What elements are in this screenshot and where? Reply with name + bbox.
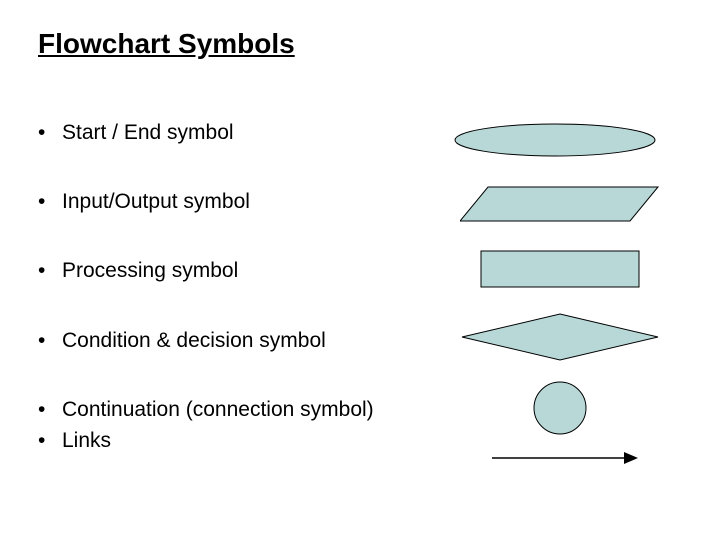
list-item: • Input/Output symbol bbox=[38, 189, 438, 214]
bullet-label: Links bbox=[62, 428, 111, 453]
bullet-label: Continuation (connection symbol) bbox=[62, 397, 374, 422]
shape-column bbox=[440, 0, 720, 540]
arrow-shape-icon bbox=[490, 448, 640, 468]
bullet-label: Condition & decision symbol bbox=[62, 328, 326, 353]
decision-shape-icon bbox=[460, 312, 660, 362]
list-item: • Continuation (connection symbol) bbox=[38, 397, 438, 422]
bullet-label: Input/Output symbol bbox=[62, 189, 250, 214]
list-item: • Links bbox=[38, 428, 438, 453]
io-shape-icon bbox=[460, 185, 660, 223]
list-item: • Start / End symbol bbox=[38, 120, 438, 145]
list-item: • Processing symbol bbox=[38, 258, 438, 283]
bullet-icon: • bbox=[38, 189, 62, 214]
connector-shape-icon bbox=[530, 378, 590, 438]
terminator-shape-icon bbox=[450, 120, 660, 160]
bullet-label: Processing symbol bbox=[62, 258, 238, 283]
bullet-icon: • bbox=[38, 258, 62, 283]
list-item: • Condition & decision symbol bbox=[38, 328, 438, 353]
bullet-icon: • bbox=[38, 328, 62, 353]
bullet-list: • Start / End symbol • Input/Output symb… bbox=[38, 120, 438, 497]
bullet-icon: • bbox=[38, 428, 62, 453]
bullet-label: Start / End symbol bbox=[62, 120, 234, 145]
slide-title: Flowchart Symbols bbox=[38, 28, 295, 60]
slide: Flowchart Symbols • Start / End symbol •… bbox=[0, 0, 720, 540]
bullet-icon: • bbox=[38, 120, 62, 145]
process-shape-icon bbox=[480, 250, 640, 288]
bullet-icon: • bbox=[38, 397, 62, 422]
